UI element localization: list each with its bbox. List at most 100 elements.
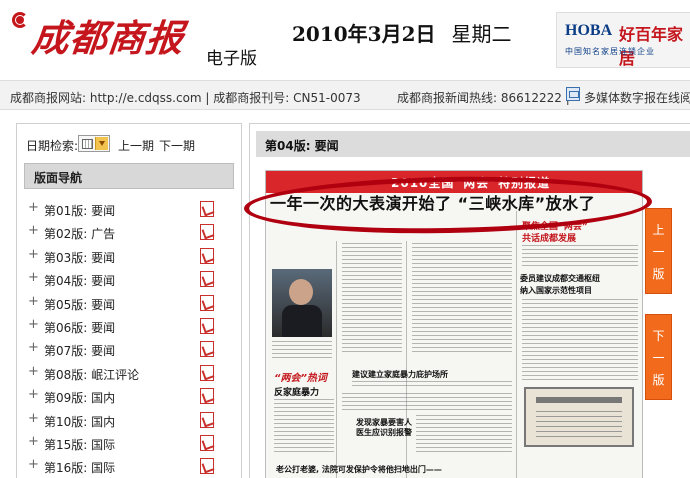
nav-item-label: 第06版: 要闻 [44, 321, 116, 335]
issue-date: 2010年3月2日 星期二 [292, 18, 512, 47]
nav-item-label: 第02版: 广告 [44, 227, 116, 242]
logo-mark-icon [10, 12, 32, 36]
column-rule [516, 211, 517, 478]
pdf-icon[interactable] [200, 411, 214, 428]
prev-issue-link[interactable]: 上一期 [118, 137, 154, 154]
pdf-icon[interactable] [200, 271, 214, 288]
nav-item[interactable]: + 第04版: 要闻 [24, 270, 224, 291]
date-search-label: 日期检索: [26, 139, 79, 153]
nav-header: 版面导航 [24, 163, 234, 189]
nav-item-label: 第05版: 要闻 [44, 297, 116, 312]
prev-page-char: 上 [652, 223, 665, 237]
paper-head: 纳入国家示范性项目 [520, 286, 592, 295]
column-rule [406, 241, 407, 478]
pdf-icon[interactable] [200, 294, 214, 311]
speaker-photo [272, 269, 332, 337]
nav-item[interactable]: + 第06版: 要闻 [24, 317, 224, 338]
plus-icon[interactable]: + [28, 364, 39, 379]
site-info: 成都商报网站: http://e.cdqss.com | 成都商报刊号: CN5… [10, 91, 361, 105]
nav-item[interactable]: + 第15版: 国际 [24, 434, 224, 455]
paper-head: 共话成都发展 [522, 234, 577, 244]
plus-icon[interactable]: + [28, 340, 39, 355]
nav-item[interactable]: + 第07版: 要闻 [24, 340, 224, 361]
pdf-icon[interactable] [200, 247, 214, 264]
plus-icon[interactable]: + [28, 457, 39, 472]
pdf-icon[interactable] [200, 341, 214, 358]
logo-title: 成都商报 [29, 16, 187, 60]
nav-item-label: 第04版: 要闻 [44, 274, 116, 289]
pdf-icon[interactable] [200, 318, 214, 334]
issue-date-text: 2010年3月2日 [292, 22, 436, 46]
ad-subtitle: 中国知名家居连锁企业 [565, 47, 655, 56]
nav-item[interactable]: + 第16版: 国际 [24, 457, 224, 478]
pdf-icon[interactable] [200, 435, 214, 451]
next-page-char: 下 [652, 329, 665, 343]
prev-page-char: 一 [652, 245, 665, 259]
nav-item-label: 第01版: 要闻 [44, 204, 116, 218]
page-title: 第04版: 要闻 [265, 139, 339, 153]
text-block [522, 245, 638, 269]
plus-icon[interactable]: + [28, 247, 39, 262]
headline: 一年一次的大表演开始了 “三峡水库”放水了 [270, 194, 596, 213]
page-root: 成都商报 电子版 2010年3月2日 星期二 HOBA 好百年家居 中国知名家居连… [0, 0, 690, 478]
nav-item-label: 第15版: 国际 [44, 438, 116, 452]
nav-item[interactable]: + 第10版: 国内 [24, 411, 224, 432]
nav-header-title: 版面导航 [34, 171, 83, 185]
plus-icon[interactable]: + [28, 317, 39, 332]
nav-item[interactable]: + 第08版: 岷江评论 [24, 364, 224, 385]
nav-item-label: 第09版: 国内 [44, 391, 116, 406]
multimedia-icon[interactable] [566, 87, 580, 101]
plus-icon[interactable]: + [28, 200, 39, 215]
ad-brand-cn: 好百年家居 [619, 25, 684, 68]
paper-head: 建议建立家庭暴力庇护场所 [352, 370, 448, 379]
nav-item-label: 第10版: 国内 [44, 414, 116, 429]
hotline-info: 成都商报新闻热线: 86612222 | [397, 91, 570, 105]
multimedia-link[interactable]: 多媒体数字报在线阅 [584, 89, 690, 106]
plus-icon[interactable]: + [28, 270, 39, 285]
calendar-icon [82, 139, 93, 149]
plus-icon[interactable]: + [28, 387, 39, 402]
text-block [272, 341, 332, 361]
plus-icon[interactable]: + [28, 294, 39, 309]
pdf-icon[interactable] [200, 388, 214, 405]
screenshot-figure [524, 387, 634, 447]
ad-brand: HOBA [565, 22, 613, 39]
issue-weekday: 星期二 [451, 22, 512, 46]
text-block [522, 299, 638, 383]
calendar-picker[interactable] [78, 135, 110, 152]
pdf-icon[interactable] [200, 224, 214, 241]
nav-item[interactable]: + 第01版: 要闻 [24, 200, 224, 221]
nav-item[interactable]: + 第05版: 要闻 [24, 294, 224, 315]
nav-item[interactable]: + 第02版: 广告 [24, 223, 224, 244]
nav-item-label: 第16版: 国际 [44, 461, 116, 476]
text-block [342, 393, 512, 411]
page-header: 第04版: 要闻 [256, 131, 690, 157]
paper-head: 委员建议成都交通枢纽 [520, 274, 600, 283]
pdf-icon[interactable] [200, 458, 214, 475]
paper-head: 反家庭暴力 [274, 388, 320, 398]
ad-banner[interactable]: HOBA 好百年家居 中国知名家居连锁企业 [556, 12, 690, 68]
nav-item-label: 第03版: 要闻 [44, 250, 116, 265]
next-page-char: 版 [652, 373, 665, 387]
logo-subtitle: 电子版 [206, 49, 257, 69]
nav-item-label: 第08版: 岷江评论 [44, 367, 140, 382]
nav-item[interactable]: + 第09版: 国内 [24, 387, 224, 408]
text-block [342, 243, 402, 353]
next-page-button[interactable]: 下 一 版 [645, 314, 672, 400]
text-block [412, 243, 512, 353]
text-block [416, 415, 512, 453]
prev-page-button[interactable]: 上 一 版 [645, 208, 672, 294]
pdf-icon[interactable] [200, 364, 214, 381]
text-block [274, 399, 334, 453]
paper-head: 老公打老婆, 法院可发保护令将他扫地出门—— [276, 465, 442, 474]
plus-icon[interactable]: + [28, 434, 39, 449]
text-block [352, 381, 512, 387]
nav-item-label: 第07版: 要闻 [44, 344, 116, 359]
nav-item[interactable]: + 第03版: 要闻 [24, 247, 224, 268]
pdf-icon[interactable] [200, 201, 214, 217]
plus-icon[interactable]: + [28, 411, 39, 426]
paper-head: 医生应识别报警 [356, 428, 412, 437]
next-issue-link[interactable]: 下一期 [159, 137, 195, 154]
chevron-down-icon [95, 137, 108, 150]
plus-icon[interactable]: + [28, 223, 39, 238]
